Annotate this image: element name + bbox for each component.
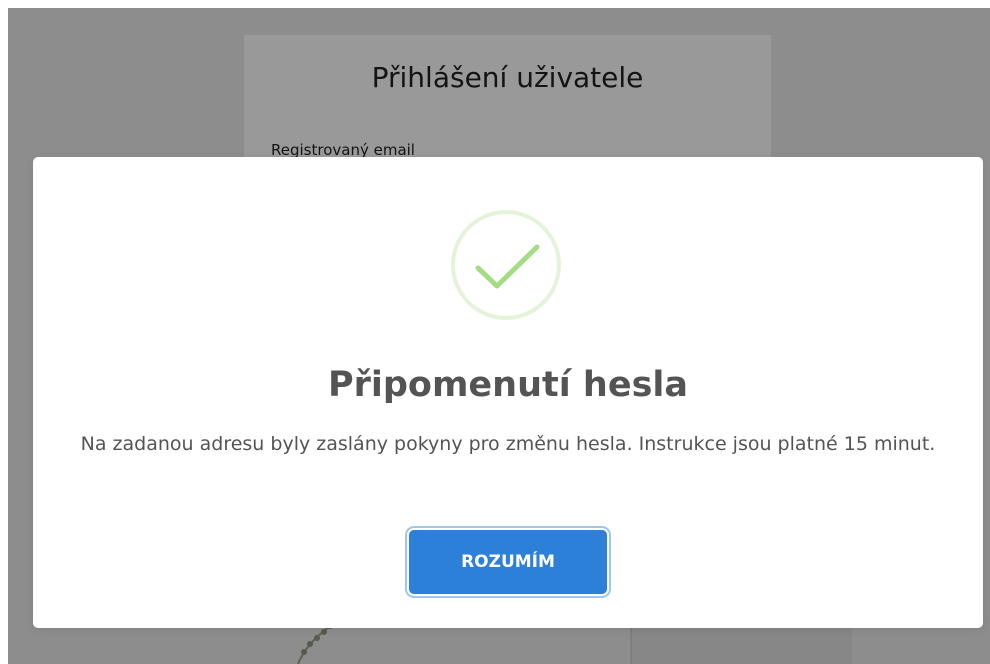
top-white-edge bbox=[0, 0, 990, 8]
page: Přihlášení uživatele Registrovaný email … bbox=[0, 0, 990, 664]
left-white-edge bbox=[0, 0, 8, 664]
modal-message: Na zadanou adresu byly zaslány pokyny pr… bbox=[80, 433, 936, 455]
modal-title: Připomenutí hesla bbox=[327, 365, 689, 405]
success-check-icon bbox=[475, 244, 540, 289]
success-icon-circle bbox=[451, 210, 561, 320]
confirm-button[interactable]: ROZUMÍM bbox=[409, 530, 607, 594]
alert-dialog: Připomenutí hesla Na zadanou adresu byly… bbox=[33, 157, 983, 628]
